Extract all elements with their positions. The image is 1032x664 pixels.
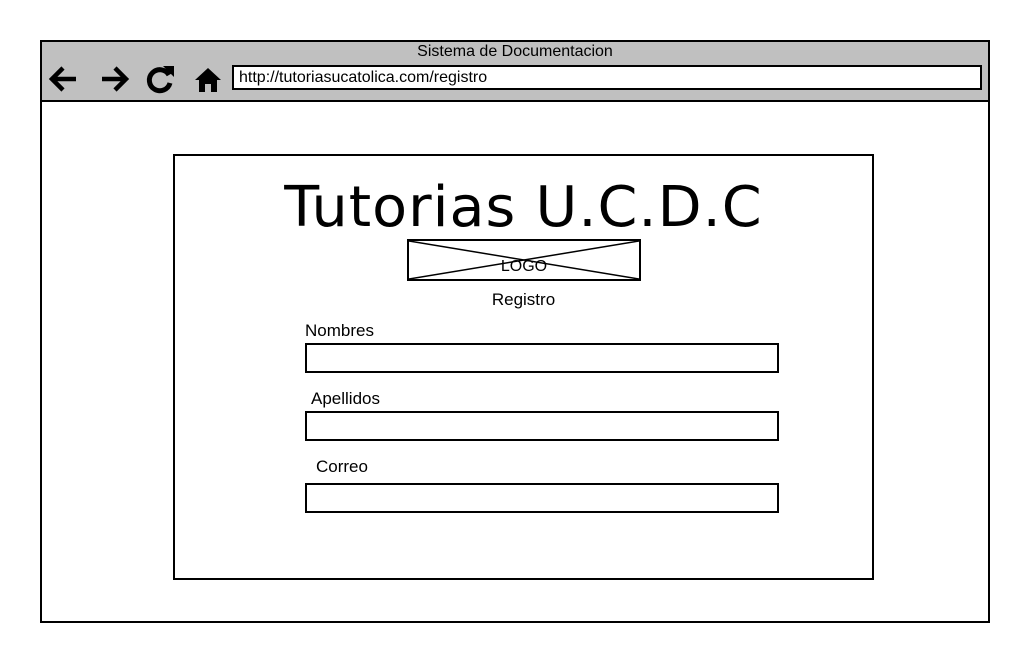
reload-icon[interactable] [144,63,176,95]
form-subtitle: Registro [491,290,556,309]
forward-icon[interactable] [99,63,131,95]
back-icon[interactable] [47,63,79,95]
browser-toolbar: Sistema de Documentacion [42,42,988,102]
home-icon[interactable] [192,63,224,95]
logo-label: LOGO [500,258,548,275]
registration-card: Tutorias U.C.D.C LOGO Registro Nombres A… [173,154,874,580]
page-content: Tutorias U.C.D.C LOGO Registro Nombres A… [42,102,988,621]
apellidos-input[interactable] [305,411,779,441]
correo-input[interactable] [305,483,779,513]
nombres-label: Nombres [305,321,374,340]
correo-label: Correo [316,457,368,476]
brand-title: Tutorias U.C.D.C [284,175,763,240]
browser-window: Sistema de Documentacion Tutorias U.C.D.… [40,40,990,623]
address-bar[interactable] [232,65,982,90]
nombres-input[interactable] [305,343,779,373]
apellidos-label: Apellidos [311,389,380,408]
logo-placeholder: LOGO [407,239,641,281]
window-title: Sistema de Documentacion [417,43,613,60]
